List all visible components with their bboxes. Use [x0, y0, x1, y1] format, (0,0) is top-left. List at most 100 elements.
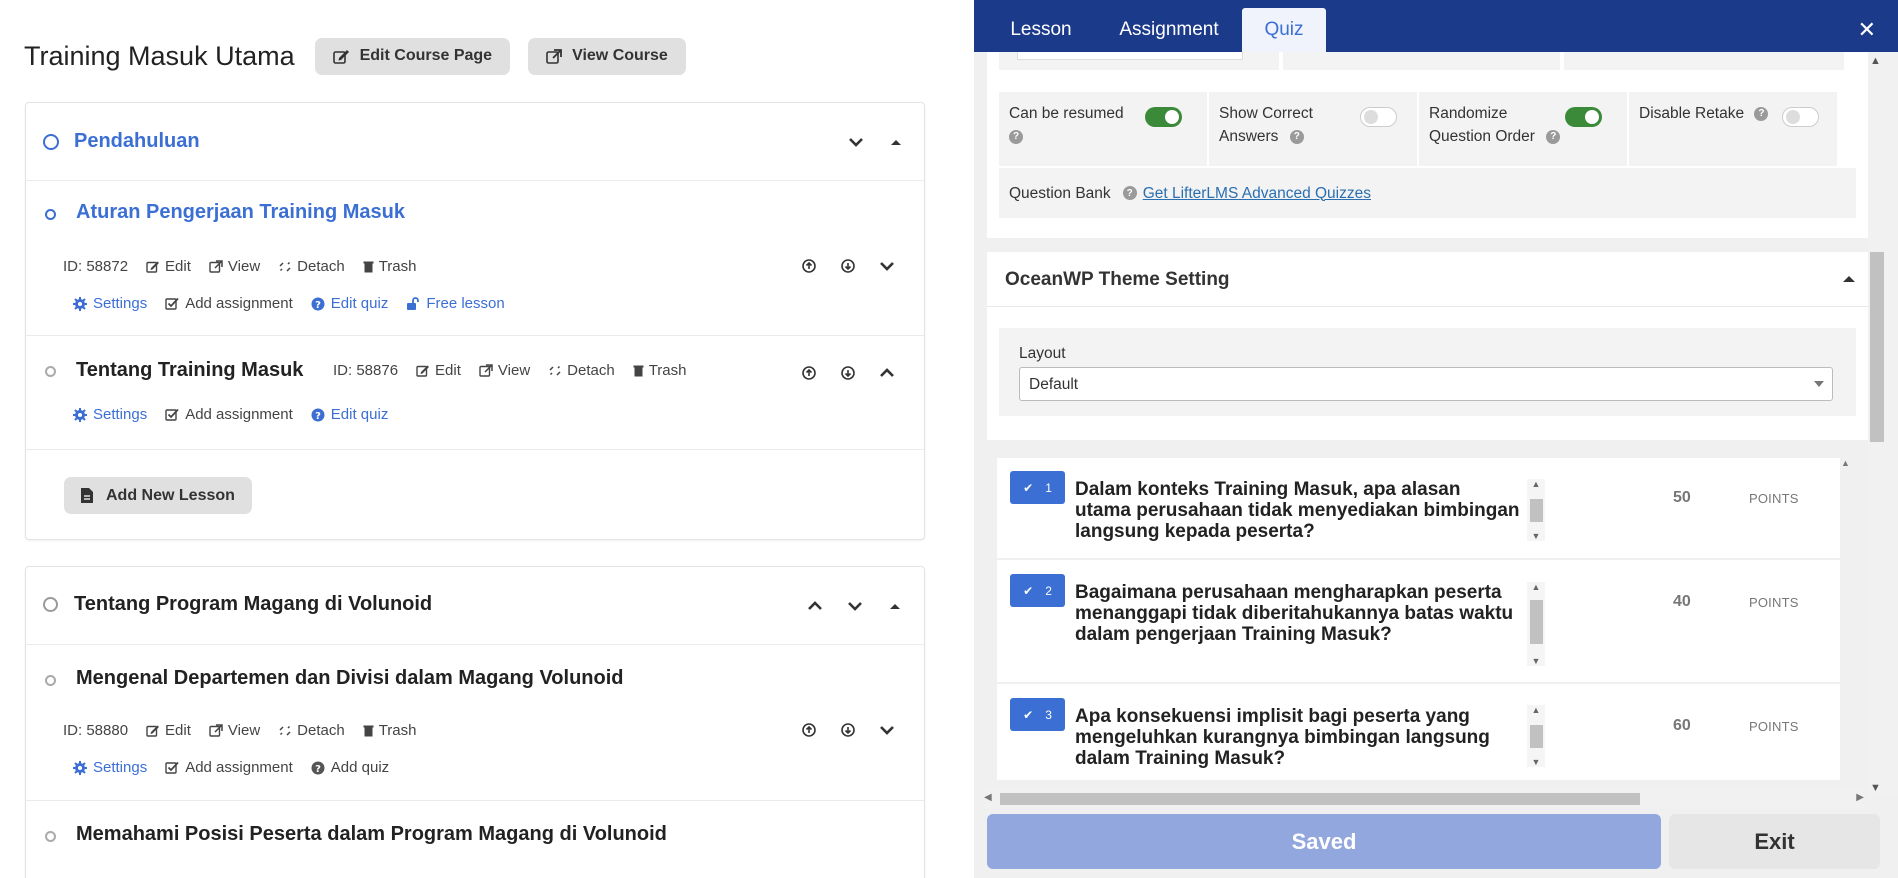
lesson-controls [789, 715, 906, 745]
question-scrollbar[interactable]: ▲ ▼ [1527, 479, 1545, 541]
external-link-icon [209, 260, 223, 273]
question-check-badge[interactable]: ✔ 3 [1010, 698, 1065, 731]
lesson-edit-link[interactable]: Edit [146, 258, 191, 275]
move-up-icon[interactable] [789, 358, 828, 388]
horizontal-scrollbar[interactable]: ◀ ▶ [984, 790, 1864, 808]
help-icon[interactable]: ? [1122, 186, 1137, 200]
toggle-can-be-resumed[interactable] [1145, 107, 1182, 127]
tab-quiz[interactable]: Quiz [1242, 8, 1326, 52]
question-item[interactable]: ✔ 3 Apa konsekuensi implisit bagi pesert… [997, 684, 1840, 780]
toggle-randomize-question-order[interactable] [1565, 107, 1602, 127]
lesson-controls [789, 251, 906, 281]
lesson-detach-link[interactable]: Detach [548, 362, 615, 379]
question-points: 40 [1673, 593, 1691, 610]
move-down-icon[interactable] [828, 358, 867, 388]
lesson-detach-link[interactable]: Detach [278, 722, 345, 739]
close-icon[interactable]: ✕ [1858, 17, 1876, 43]
oceanwp-title: OceanWP Theme Setting [1005, 269, 1230, 290]
tab-lesson[interactable]: Lesson [994, 8, 1088, 52]
move-up-icon[interactable] [789, 715, 828, 745]
add-new-lesson-button[interactable]: Add New Lesson [64, 477, 252, 514]
editor-panel: Lesson Assignment Quiz ✕ Can be resumed … [974, 0, 1898, 878]
question-text: Apa konsekuensi implisit bagi peserta ya… [1075, 706, 1490, 768]
lesson-title[interactable]: Memahami Posisi Peserta dalam Program Ma… [76, 823, 667, 846]
help-icon[interactable]: ? [1754, 106, 1769, 121]
collapse-caret-icon[interactable] [875, 589, 915, 623]
saved-button[interactable]: Saved [987, 814, 1661, 869]
unlink-icon [279, 725, 291, 736]
chevron-down-icon[interactable] [836, 125, 876, 159]
lesson-edit-link[interactable]: Edit [146, 722, 191, 739]
lesson-title[interactable]: Tentang Training Masuk [76, 359, 303, 382]
lesson-title[interactable]: Mengenal Departemen dan Divisi dalam Mag… [76, 667, 624, 690]
checkmark-icon: ✔ [1023, 583, 1034, 598]
move-up-icon[interactable] [789, 251, 828, 281]
question-check-badge[interactable]: ✔ 2 [1010, 574, 1065, 607]
setting-show-correct-answers: Show Correct Answers ? [1209, 92, 1417, 166]
question-scrollbar[interactable]: ▲ ▼ [1527, 582, 1545, 666]
section-title[interactable]: Tentang Program Magang di Volunoid [74, 593, 432, 616]
layout-label: Layout [1019, 345, 1066, 362]
section-tentang-program: Tentang Program Magang di Volunoid Menge… [25, 566, 925, 878]
section-header[interactable]: Tentang Program Magang di Volunoid [26, 567, 924, 645]
lesson-trash-link[interactable]: Trash [633, 362, 686, 379]
section-controls [836, 125, 916, 159]
chevron-down-icon[interactable] [835, 589, 875, 623]
lesson-meta: ID: 58880 Edit View Detach Trash [63, 722, 416, 739]
lesson-view-link[interactable]: View [479, 362, 530, 379]
question-circle-icon: ? [311, 761, 325, 775]
lesson-edit-quiz-link[interactable]: ? Edit quiz [311, 295, 388, 312]
chevron-down-icon[interactable] [867, 715, 906, 745]
lesson-settings-link[interactable]: Settings [73, 295, 147, 312]
section-header[interactable]: Pendahuluan [26, 103, 924, 181]
chevron-up-icon[interactable] [795, 589, 835, 623]
section-title[interactable]: Pendahuluan [74, 130, 200, 153]
lesson-row: Mengenal Departemen dan Divisi dalam Mag… [26, 645, 924, 801]
lesson-edit-quiz-link[interactable]: ? Edit quiz [311, 406, 388, 423]
question-scrollbar[interactable]: ▲ ▼ [1527, 705, 1545, 767]
question-item[interactable]: ✔ 1 Dalam konteks Training Masuk, apa al… [997, 458, 1840, 558]
collapse-caret-icon [1843, 276, 1855, 282]
check-square-icon [165, 408, 179, 421]
tab-assignment[interactable]: Assignment [1104, 8, 1234, 52]
lesson-view-link[interactable]: View [209, 258, 260, 275]
lesson-free-lesson-link[interactable]: Free lesson [406, 295, 505, 312]
oceanwp-header[interactable]: OceanWP Theme Setting [987, 252, 1868, 307]
lesson-edit-link[interactable]: Edit [416, 362, 461, 379]
chevron-down-icon[interactable] [867, 251, 906, 281]
question-text: Dalam konteks Training Masuk, apa alasan… [1075, 479, 1520, 542]
question-check-badge[interactable]: ✔ 1 [1010, 471, 1065, 504]
view-course-button[interactable]: View Course [528, 37, 686, 75]
panel-vertical-scrollbar[interactable]: ▲ ▼ [1868, 52, 1898, 797]
get-advanced-quizzes-link[interactable]: Get LifterLMS Advanced Quizzes [1143, 182, 1371, 205]
lesson-add-assignment-link[interactable]: Add assignment [165, 406, 293, 423]
lesson-detach-link[interactable]: Detach [278, 258, 345, 275]
chevron-up-icon[interactable] [867, 358, 906, 388]
check-square-icon [165, 297, 179, 310]
lesson-settings-link[interactable]: Settings [73, 406, 147, 423]
collapse-caret-icon[interactable] [876, 125, 916, 159]
lesson-add-quiz-link[interactable]: ? Add quiz [311, 759, 389, 776]
question-list: ✔ 1 Dalam konteks Training Masuk, apa al… [987, 458, 1853, 780]
exit-button[interactable]: Exit [1669, 814, 1880, 869]
question-circle-icon: ? [311, 408, 325, 422]
lesson-view-link[interactable]: View [209, 722, 260, 739]
lesson-add-assignment-link[interactable]: Add assignment [165, 759, 293, 776]
lesson-trash-link[interactable]: Trash [363, 258, 416, 275]
external-link-icon [479, 364, 493, 377]
move-down-icon[interactable] [828, 251, 867, 281]
lesson-title[interactable]: Aturan Pengerjaan Training Masuk [76, 201, 405, 224]
move-down-icon[interactable] [828, 715, 867, 745]
lesson-trash-link[interactable]: Trash [363, 722, 416, 739]
lesson-settings-link[interactable]: Settings [73, 759, 147, 776]
help-icon[interactable]: ? [1289, 129, 1304, 144]
help-icon[interactable]: ? [1546, 129, 1561, 144]
question-item[interactable]: ✔ 2 Bagaimana perusahaan mengharapkan pe… [997, 560, 1840, 682]
layout-select[interactable]: Default [1019, 367, 1833, 401]
edit-course-page-button[interactable]: Edit Course Page [314, 37, 511, 75]
help-icon[interactable]: ? [1009, 129, 1023, 144]
lesson-add-assignment-link[interactable]: Add assignment [165, 295, 293, 312]
question-list-scrollbar[interactable]: ▲ [1840, 458, 1853, 780]
toggle-disable-retake[interactable] [1782, 107, 1819, 127]
toggle-show-correct-answers[interactable] [1360, 107, 1397, 127]
